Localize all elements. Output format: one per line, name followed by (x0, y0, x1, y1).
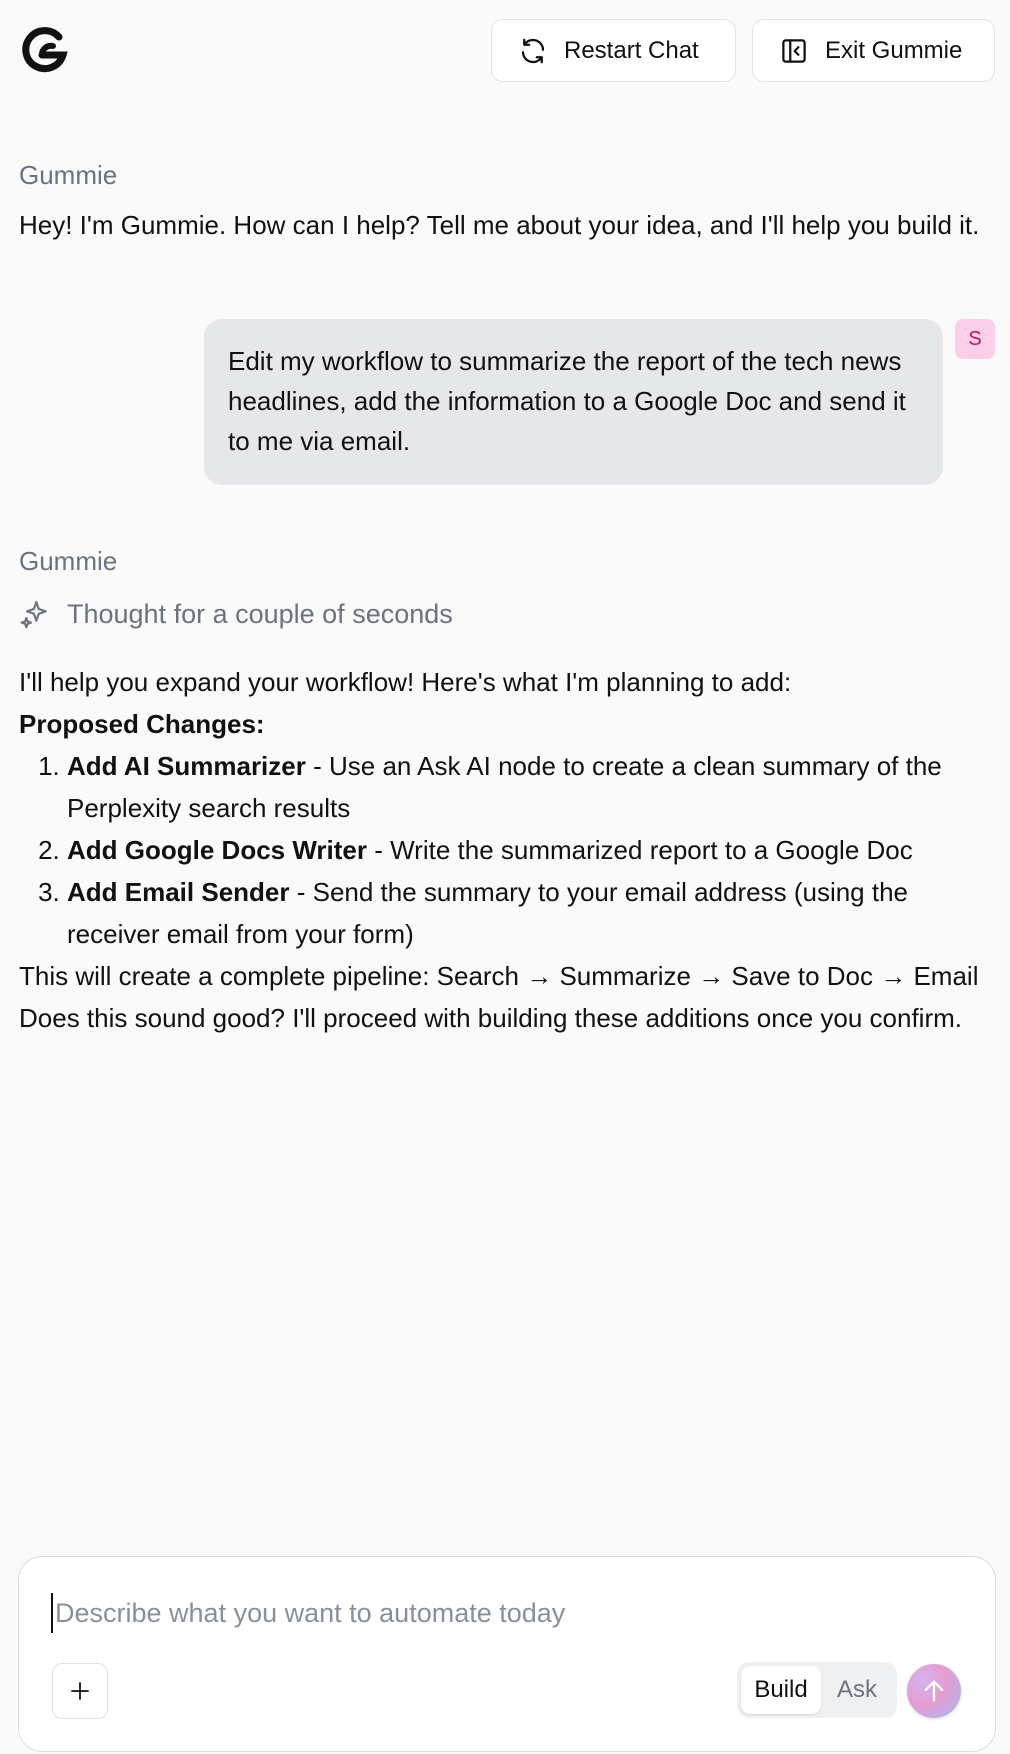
reply-confirm: Does this sound good? I'll proceed with … (19, 1003, 962, 1033)
user-avatar: S (955, 319, 995, 359)
sparkles-icon (20, 600, 47, 629)
sender-name: Gummie (19, 546, 118, 576)
exit-gummie-label: Exit Gummie (825, 36, 963, 64)
reply-pipeline: This will create a complete pipeline: Se… (19, 961, 979, 991)
reply-intro: I'll help you expand your workflow! Here… (19, 667, 792, 697)
reply-heading: Proposed Changes: (19, 709, 265, 739)
refresh-icon (521, 38, 545, 63)
gummie-logo-icon (22, 27, 68, 73)
thought-label: Thought for a couple of seconds (67, 598, 453, 629)
mode-toggle: Build Ask (737, 1662, 897, 1718)
plus-icon (71, 1682, 89, 1700)
sender-name: Gummie (19, 160, 118, 190)
change-description: - Write the summarized report to a Googl… (367, 835, 913, 865)
thought-indicator[interactable]: Thought for a couple of seconds (19, 598, 453, 630)
ask-mode-tab[interactable]: Ask (821, 1666, 893, 1714)
change-title: Add AI Summarizer (67, 751, 306, 781)
chat-composer: Build Ask (18, 1556, 996, 1752)
list-item: Add Google Docs Writer - Write the summa… (67, 829, 999, 871)
send-button[interactable] (907, 1664, 961, 1718)
change-title: Add Google Docs Writer (67, 835, 367, 865)
assistant-message: Hey! I'm Gummie. How can I help? Tell me… (19, 210, 980, 240)
prompt-input[interactable] (51, 1593, 951, 1633)
gummie-chat-panel: Restart Chat Exit Gummie Gummie Hey! I'm… (0, 0, 1010, 1754)
restart-chat-button[interactable]: Restart Chat (491, 19, 736, 82)
proposed-changes-list: Add AI Summarizer - Use an Ask AI node t… (19, 745, 999, 955)
assistant-message: I'll help you expand your workflow! Here… (19, 661, 999, 1039)
change-title: Add Email Sender (67, 877, 290, 907)
list-item: Add Email Sender - Send the summary to y… (67, 871, 999, 955)
arrow-up-icon (924, 1680, 944, 1702)
user-message: Edit my workflow to summarize the report… (204, 319, 943, 485)
build-mode-tab[interactable]: Build (741, 1666, 821, 1714)
add-attachment-button[interactable] (52, 1663, 108, 1719)
panel-collapse-icon (782, 38, 806, 63)
exit-gummie-button[interactable]: Exit Gummie (752, 19, 995, 82)
list-item: Add AI Summarizer - Use an Ask AI node t… (67, 745, 999, 829)
header: Restart Chat Exit Gummie (0, 0, 1010, 102)
restart-chat-label: Restart Chat (564, 36, 699, 64)
